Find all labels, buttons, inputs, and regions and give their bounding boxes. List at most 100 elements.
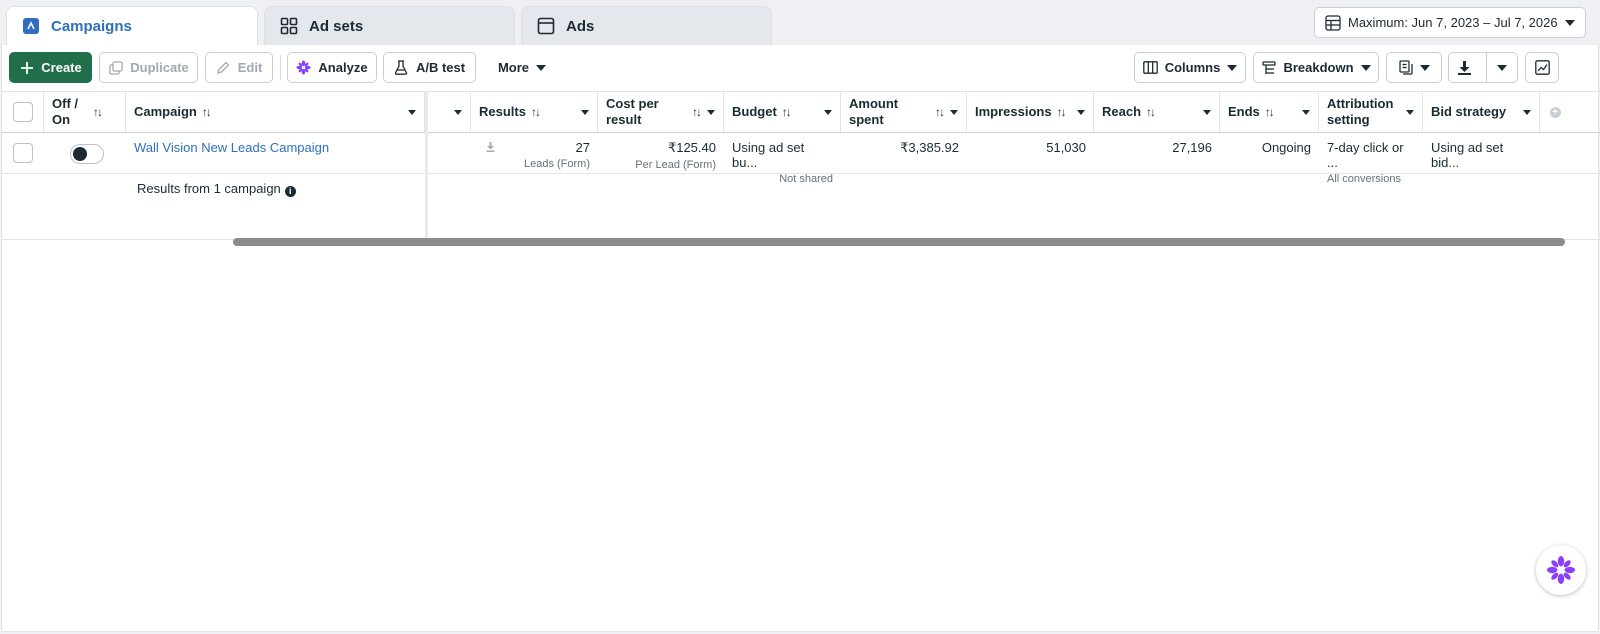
- budget-cell: Using ad set bu... Not shared: [724, 133, 841, 185]
- header-campaign[interactable]: Campaign ↑↓: [126, 92, 425, 132]
- sort-icon[interactable]: ↑↓: [93, 104, 103, 120]
- chevron-down-icon[interactable]: [454, 109, 462, 115]
- tab-ad-sets[interactable]: Ad sets: [264, 6, 515, 45]
- date-range-picker[interactable]: Maximum: Jun 7, 2023 – Jul 7, 2026: [1314, 7, 1586, 38]
- chevron-down-icon[interactable]: [1523, 109, 1531, 115]
- header-label: Attribution setting: [1327, 96, 1394, 127]
- impressions-cell: 51,030: [967, 133, 1094, 173]
- tab-ads[interactable]: Ads: [521, 6, 772, 45]
- header-attribution-setting[interactable]: Attribution setting: [1319, 92, 1423, 132]
- columns-dropdown[interactable]: Columns: [1134, 52, 1246, 83]
- sort-icon[interactable]: ↑↓: [1057, 104, 1067, 120]
- sort-icon[interactable]: ↑↓: [935, 104, 945, 120]
- duplicate-icon: [108, 60, 123, 75]
- header-hidden-column[interactable]: [428, 92, 471, 132]
- more-dropdown[interactable]: More: [484, 52, 560, 83]
- plus-circle-icon: +: [1549, 106, 1561, 118]
- bid-strategy-cell: Using ad set bid...: [1423, 133, 1540, 173]
- tab-campaigns[interactable]: Campaigns: [6, 6, 258, 45]
- analyze-button[interactable]: Analyze: [287, 52, 377, 83]
- info-icon[interactable]: i: [284, 186, 296, 197]
- add-column-button[interactable]: +: [1540, 92, 1570, 132]
- create-button[interactable]: Create: [9, 52, 92, 83]
- chevron-down-icon[interactable]: [1203, 109, 1211, 115]
- header-budget[interactable]: Budget ↑↓: [724, 92, 841, 132]
- chevron-down-icon[interactable]: [408, 109, 416, 115]
- reach-cell: 27,196: [1094, 133, 1220, 173]
- chevron-down-icon: [536, 64, 547, 71]
- cost-per-result-subtext: Per Lead (Form): [635, 159, 716, 171]
- header-reach[interactable]: Reach ↑↓: [1094, 92, 1220, 132]
- header-ends[interactable]: Ends ↑↓: [1220, 92, 1319, 132]
- assistant-button[interactable]: [1536, 545, 1586, 595]
- campaign-name-cell: Wall Vision New Leads Campaign: [126, 133, 425, 173]
- tab-label: Ad sets: [309, 17, 364, 35]
- header-cost-per-result[interactable]: Cost per result ↑↓: [598, 92, 724, 132]
- sort-icon[interactable]: ↑↓: [1265, 104, 1275, 120]
- plus-icon: [19, 60, 34, 75]
- table-row[interactable]: Wall Vision New Leads Campaign 27 Leads …: [2, 133, 1600, 185]
- sort-icon[interactable]: ↑↓: [531, 104, 541, 120]
- export-options-dropdown[interactable]: [1486, 53, 1517, 82]
- header-results[interactable]: Results ↑↓: [471, 92, 598, 132]
- sort-icon[interactable]: ↑↓: [782, 104, 792, 120]
- chevron-down-icon[interactable]: [1077, 109, 1085, 115]
- chevron-down-icon[interactable]: [707, 109, 715, 115]
- analyze-label: Analyze: [318, 60, 368, 75]
- horizontal-scrollbar[interactable]: [233, 238, 1565, 246]
- table-header: Off / On ↑↓ Campaign ↑↓ Results ↑↓ Cost …: [2, 91, 1600, 133]
- header-amount-spent[interactable]: Amount spent ↑↓: [841, 92, 967, 132]
- sort-icon[interactable]: ↑↓: [1146, 104, 1156, 120]
- chevron-down-icon: [1565, 19, 1575, 26]
- charts-button[interactable]: [1525, 52, 1559, 83]
- campaign-name-link[interactable]: Wall Vision New Leads Campaign: [134, 140, 329, 155]
- chevron-down-icon: [1227, 64, 1238, 71]
- cost-per-result-cell: ₹125.40 Per Lead (Form): [598, 133, 724, 173]
- header-select-all[interactable]: [2, 92, 44, 132]
- campaign-toggle[interactable]: [70, 144, 104, 164]
- header-impressions[interactable]: Impressions ↑↓: [967, 92, 1094, 132]
- header-off-on[interactable]: Off / On ↑↓: [44, 92, 126, 132]
- download-button[interactable]: [1449, 53, 1479, 82]
- reports-dropdown[interactable]: [1386, 52, 1442, 83]
- duplicate-label: Duplicate: [130, 60, 189, 75]
- download-icon: [1457, 60, 1471, 75]
- table-calendar-icon: [1325, 14, 1341, 31]
- header-label: Campaign: [134, 104, 197, 119]
- export-split-button[interactable]: [1448, 52, 1518, 83]
- analyze-sparkle-icon: [296, 60, 311, 75]
- assistant-sparkle-icon: [1546, 555, 1576, 585]
- ab-test-label: A/B test: [415, 60, 466, 75]
- date-range-label: Maximum: Jun 7, 2023 – Jul 7, 2026: [1348, 15, 1558, 30]
- chevron-down-icon[interactable]: [1302, 109, 1310, 115]
- sort-icon[interactable]: ↑↓: [692, 104, 702, 120]
- sort-icon[interactable]: ↑↓: [202, 104, 212, 120]
- chevron-down-icon[interactable]: [950, 109, 958, 115]
- campaigns-table: Off / On ↑↓ Campaign ↑↓ Results ↑↓ Cost …: [2, 91, 1600, 241]
- breakdown-dropdown[interactable]: Breakdown: [1253, 52, 1379, 83]
- results-cell: 27 Leads (Form): [471, 133, 598, 173]
- header-label: Budget: [732, 104, 777, 119]
- header-label: Bid strategy: [1431, 104, 1507, 119]
- row-checkbox[interactable]: [13, 143, 33, 163]
- breakdown-icon: [1261, 60, 1276, 75]
- totals-label-wrap: Results from 1 campaign i: [137, 181, 296, 197]
- header-bid-strategy[interactable]: Bid strategy: [1423, 92, 1540, 132]
- row-select-cell[interactable]: [2, 133, 44, 173]
- more-label: More: [497, 60, 530, 75]
- chevron-down-icon[interactable]: [824, 109, 832, 115]
- chevron-down-icon[interactable]: [1406, 109, 1414, 115]
- edit-label: Edit: [237, 60, 263, 75]
- chevron-down-icon[interactable]: [581, 109, 589, 115]
- toolbar: Create Duplicate Edit Analyze A/B test M…: [2, 45, 1600, 91]
- main-panel: Create Duplicate Edit Analyze A/B test M…: [1, 45, 1600, 632]
- select-all-checkbox[interactable]: [12, 102, 33, 122]
- duplicate-button[interactable]: Duplicate: [99, 52, 198, 83]
- header-label: Cost per result: [606, 96, 659, 127]
- amount-spent-value: ₹3,385.92: [900, 140, 959, 155]
- results-subtext: Leads (Form): [523, 158, 590, 170]
- ab-test-button[interactable]: A/B test: [383, 52, 476, 83]
- edit-button[interactable]: Edit: [205, 52, 273, 83]
- header-label: Impressions: [975, 104, 1052, 119]
- results-value: 27: [575, 140, 590, 155]
